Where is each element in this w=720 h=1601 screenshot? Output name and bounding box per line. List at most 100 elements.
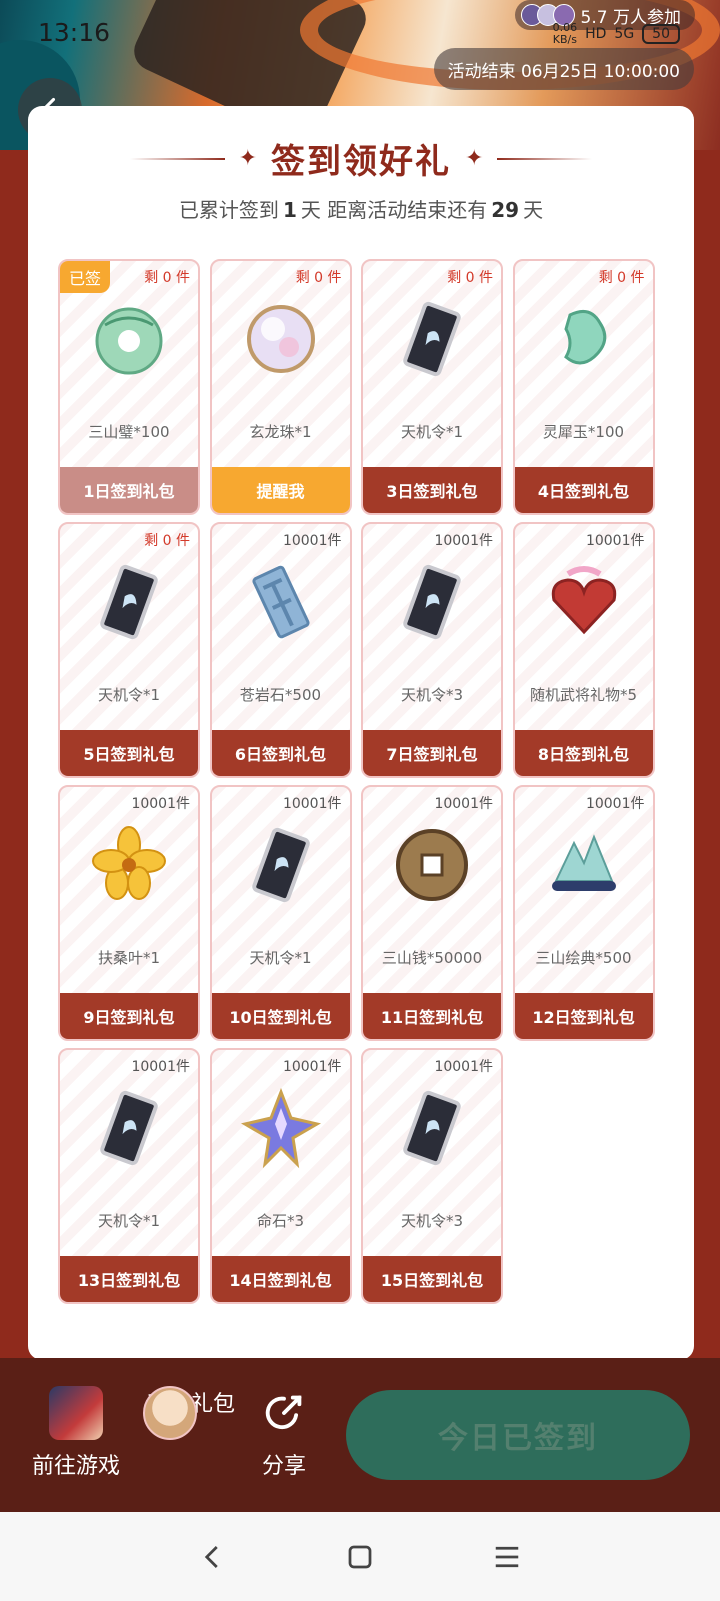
gift-stock: 10001件 [282, 1059, 342, 1075]
share-icon [257, 1386, 311, 1440]
token-icon [388, 295, 476, 383]
gift-pack-button[interactable]: 8日签到礼包 [514, 730, 653, 776]
gift-pack-button[interactable]: 9日签到礼包 [60, 993, 198, 1039]
signed-badge: 已签 [60, 261, 110, 293]
gift-item-name: 玄龙珠*1 [249, 423, 312, 441]
gift-stock: 剩 0 件 [598, 270, 645, 286]
remind-me-button[interactable]: 提醒我 [211, 467, 350, 513]
gift-pack-button[interactable]: 3日签到礼包 [363, 467, 501, 513]
share-button[interactable]: 分享 [236, 1386, 332, 1480]
bottom-action-bar: 前往游戏 我的礼包 分享 今日已签到 [0, 1358, 720, 1512]
gift-box-icon [540, 558, 628, 646]
crystal-icon [237, 1084, 325, 1172]
gift-card: 10001件天机令*1 10日签到礼包 [209, 785, 352, 1041]
checkin-summary: 已累计签到 1 天 距离活动结束还有 29 天 [178, 198, 544, 222]
nav-home-icon[interactable] [340, 1537, 380, 1577]
activity-end-time: 活动结束 06月25日 10:00:00 [433, 48, 694, 90]
gift-card: 10001件三山钱*50000 11日签到礼包 [361, 785, 503, 1041]
gift-pack-button[interactable]: 11日签到礼包 [363, 993, 501, 1039]
gift-item-name: 随机武将礼物*5 [529, 686, 638, 704]
system-navigation-bar [0, 1512, 720, 1601]
checked-in-today-button[interactable]: 今日已签到 [346, 1390, 690, 1480]
gift-stock: 10001件 [131, 796, 190, 812]
gift-card: 10001件随机武将礼物*5 8日签到礼包 [512, 522, 655, 778]
gift-item-name: 三山璧*100 [88, 423, 170, 441]
gift-card: 10001件扶桑叶*1 9日签到礼包 [58, 785, 200, 1041]
gift-pack-button[interactable]: 12日签到礼包 [514, 993, 653, 1039]
gift-card: 10001件命石*3 14日签到礼包 [209, 1048, 352, 1304]
gift-pack-button[interactable]: 15日签到礼包 [363, 1256, 501, 1302]
gift-item-name: 命石*3 [256, 1212, 305, 1230]
net-speed: 0.06 KB/s [552, 21, 578, 46]
gift-card: 10001件天机令*1 13日签到礼包 [58, 1048, 200, 1304]
my-gifts-button[interactable]: 我的礼包 [143, 1386, 239, 1440]
gift-card: 剩 0 件灵犀玉*100 4日签到礼包 [512, 259, 655, 515]
nav-back-icon[interactable] [193, 1537, 233, 1577]
gift-stock: 10001件 [282, 533, 342, 549]
flower-icon [85, 821, 173, 909]
gift-stock: 剩 0 件 [295, 270, 342, 286]
gift-grid: 已签剩 0 件三山璧*100 1日签到礼包剩 0 件玄龙珠*1 提醒我剩 0 件天机… [58, 259, 666, 1319]
gift-stock: 剩 0 件 [447, 270, 493, 286]
gift-item-name: 扶桑叶*1 [97, 949, 161, 967]
gift-item-name: 天机令*3 [400, 1212, 464, 1230]
gift-pack-button[interactable]: 1日签到礼包 [60, 467, 198, 513]
jade-pendant-icon [540, 295, 628, 383]
status-icons: 0.06 KB/s HD 5G 50 [553, 22, 680, 46]
gift-item-name: 三山钱*50000 [381, 949, 483, 967]
gift-pack-button[interactable]: 7日签到礼包 [363, 730, 501, 776]
hd-icon: HD [585, 26, 607, 42]
gift-item-name: 天机令*1 [97, 686, 161, 704]
scroll-icon [540, 821, 628, 909]
gift-stock: 10001件 [434, 533, 493, 549]
token-icon [85, 558, 173, 646]
checkin-card: ✦ 签到领好礼 ✦ 已累计签到 1 天 距离活动结束还有 29 天 已签剩 0 件三山璧… [28, 106, 694, 1360]
token-icon [388, 1084, 476, 1172]
gift-pack-button[interactable]: 4日签到礼包 [514, 467, 653, 513]
card-title-row: ✦ 签到领好礼 ✦ [28, 134, 694, 183]
gift-pack-button[interactable]: 6日签到礼包 [211, 730, 350, 776]
token-icon [388, 558, 476, 646]
gift-stock: 10001件 [585, 533, 645, 549]
gift-item-name: 天机令*1 [97, 1212, 161, 1230]
gift-item-name: 苍岩石*500 [239, 686, 322, 704]
title-divider [129, 157, 225, 160]
card-title: 签到领好礼 [271, 142, 451, 182]
coin-icon [388, 821, 476, 909]
gift-card: 10001件苍岩石*500 6日签到礼包 [209, 522, 352, 778]
gift-stock: 10001件 [434, 1059, 493, 1075]
gift-item-name: 天机令*1 [249, 949, 312, 967]
battery-icon: 50 [642, 24, 680, 44]
share-label: 分享 [261, 1454, 306, 1479]
gift-card: 10001件天机令*3 15日签到礼包 [361, 1048, 503, 1304]
gift-card: 剩 0 件天机令*1 5日签到礼包 [58, 522, 200, 778]
jade-disc-icon [85, 295, 173, 383]
gift-pack-button[interactable]: 14日签到礼包 [211, 1256, 350, 1302]
token-icon [237, 821, 325, 909]
status-time: 13:16 [38, 18, 111, 47]
go-game-label: 前往游戏 [31, 1454, 120, 1479]
signal-icon: 5G [614, 26, 635, 42]
gift-stock: 10001件 [434, 796, 493, 812]
orb-icon [237, 295, 325, 383]
nav-menu-icon[interactable] [487, 1537, 527, 1577]
go-game-button[interactable]: 前往游戏 [28, 1386, 124, 1480]
gift-item-name: 三山绘典*500 [535, 949, 632, 967]
gift-pack-button[interactable]: 13日签到礼包 [60, 1256, 198, 1302]
stone-icon [237, 558, 325, 646]
gift-stock: 10001件 [131, 1059, 190, 1075]
gift-pack-button[interactable]: 5日签到礼包 [60, 730, 198, 776]
gift-stock: 剩 0 件 [144, 270, 190, 286]
gift-stock: 剩 0 件 [144, 533, 190, 549]
token-icon [85, 1084, 173, 1172]
gift-pack-button[interactable]: 10日签到礼包 [211, 993, 350, 1039]
title-divider [497, 157, 593, 160]
gift-avatar-icon [143, 1386, 197, 1440]
gift-stock: 10001件 [282, 796, 342, 812]
gift-card: 10001件天机令*3 7日签到礼包 [361, 522, 503, 778]
gift-stock: 10001件 [585, 796, 645, 812]
gift-card: 剩 0 件天机令*1 3日签到礼包 [361, 259, 503, 515]
gift-card: 已签 剩 0 件三山璧*100 1日签到礼包 [58, 259, 200, 515]
gift-item-name: 天机令*3 [400, 686, 464, 704]
gift-item-name: 天机令*1 [400, 423, 464, 441]
